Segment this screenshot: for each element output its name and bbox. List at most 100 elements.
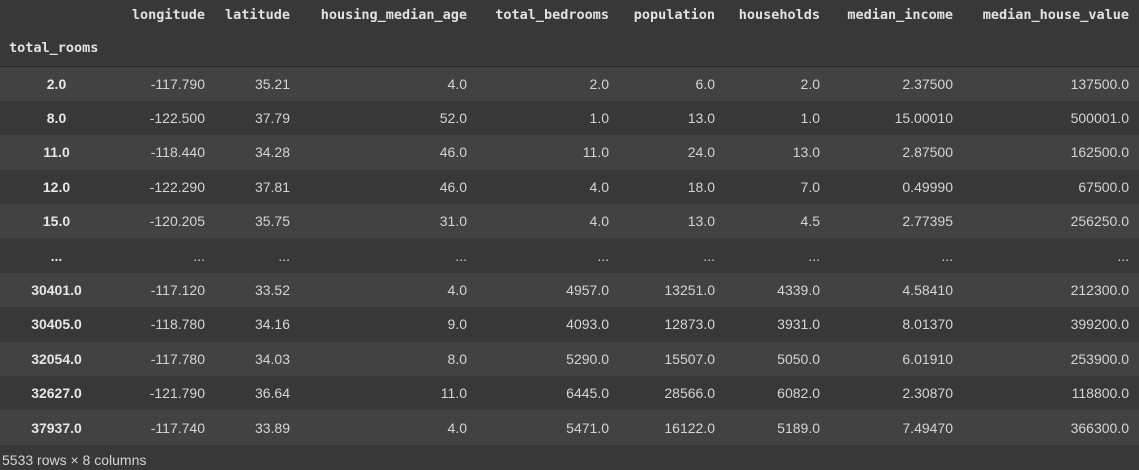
table-row: 30405.0 -118.780 34.16 9.0 4093.0 12873.0 3931… — [0, 307, 1139, 342]
blank-header — [725, 29, 830, 67]
table-row: 11.0 -118.440 34.28 46.0 11.0 24.0 13.0 2.87500… — [0, 135, 1139, 170]
column-header-row: longitude latitude housing_median_age total… — [0, 0, 1139, 29]
table-cell: 2.0 — [725, 65, 830, 101]
table-cell: -120.205 — [149, 213, 205, 230]
blank-header — [300, 29, 477, 67]
table-row: 12.0 -122.290 37.81 46.0 4.0 18.0 7.0 0.49990 67… — [0, 169, 1139, 205]
table-cell: 8.01370 — [902, 316, 953, 333]
table-cell: 2.37500 — [830, 65, 963, 101]
table-row: 8.0 -122.500 37.79 52.0 1.0 13.0 1.0 15.00010 50… — [0, 100, 1139, 136]
row-index-cell: 12.0 — [42, 178, 71, 195]
table-cell: 4.0 — [447, 282, 467, 299]
table-cell: 162500.0 — [1070, 144, 1129, 161]
table-cell: 5471.0 — [566, 419, 609, 436]
row-index-cell: 8.0 — [46, 110, 67, 127]
table-cell: ... — [1117, 247, 1129, 264]
table-header: longitude latitude housing_median_age total… — [0, 0, 1139, 67]
table-cell: 11.0 — [582, 144, 609, 161]
table-cell: 37.81 — [254, 178, 290, 195]
table-cell: 5050.0 — [777, 350, 820, 367]
table-cell: 500001.0 — [1070, 110, 1129, 127]
table-cell: 4.58410 — [902, 282, 953, 299]
table-cell: 16122.0 — [664, 419, 715, 436]
table-cell: -117.790 — [117, 65, 215, 101]
blank-header — [619, 29, 725, 67]
table-row: 32627.0 -121.790 36.64 11.0 6445.0 28566.0 608… — [0, 376, 1139, 411]
row-index-cell: ... — [50, 247, 63, 264]
dataframe-output: longitude latitude housing_median_age total… — [0, 0, 1139, 470]
table-cell: 33.52 — [254, 282, 290, 299]
table-cell: 2.0 — [477, 65, 619, 101]
table-cell: ... — [193, 247, 205, 264]
table-cell: -121.790 — [149, 385, 205, 402]
column-header-latitude: latitude — [224, 6, 290, 23]
table-cell: 34.28 — [254, 144, 290, 161]
dataframe-table: longitude latitude housing_median_age total… — [0, 0, 1139, 445]
row-index-cell: 30405.0 — [31, 316, 82, 333]
table-cell: 3931.0 — [777, 316, 820, 333]
table-cell: ... — [703, 247, 715, 264]
table-cell: 11.0 — [440, 385, 467, 402]
table-cell: 1.0 — [589, 110, 609, 127]
table-row: 30401.0 -117.120 33.52 4.0 4957.0 13251.0 4339… — [0, 272, 1139, 308]
table-cell: 0.49990 — [902, 178, 953, 195]
table-cell: 13.0 — [687, 213, 715, 230]
table-cell: -122.500 — [149, 110, 205, 127]
corner-header — [0, 0, 117, 29]
row-index-cell: 2.0 — [0, 65, 117, 101]
table-cell: 2.30870 — [902, 385, 953, 402]
table-cell: 4093.0 — [566, 316, 609, 333]
table-cell: 35.21 — [215, 65, 300, 101]
table-cell: 46.0 — [439, 178, 467, 195]
row-index-cell: 11.0 — [43, 144, 70, 161]
row-index-cell: 30401.0 — [31, 282, 82, 299]
table-cell: 137500.0 — [963, 65, 1139, 101]
table-cell: 6445.0 — [566, 385, 609, 402]
table-cell: 118800.0 — [1071, 385, 1129, 402]
blank-header — [117, 29, 215, 67]
table-cell: 13251.0 — [664, 282, 715, 299]
shape-summary: 5533 rows × 8 columns — [2, 452, 147, 468]
table-cell: -117.740 — [150, 419, 205, 436]
table-cell: 4957.0 — [566, 282, 609, 299]
table-cell: 15.00010 — [894, 110, 953, 127]
table-cell: 12873.0 — [664, 316, 715, 333]
table-cell: 13.0 — [687, 110, 715, 127]
table-cell: -118.440 — [150, 144, 205, 161]
blank-header — [477, 29, 619, 67]
table-cell: 4.0 — [589, 213, 609, 230]
column-header-households: households — [738, 6, 820, 23]
blank-header — [963, 29, 1139, 67]
table-cell: ... — [941, 247, 953, 264]
column-header-total-bedrooms: total_bedrooms — [495, 6, 609, 23]
table-cell: 46.0 — [439, 144, 467, 161]
table-cell: 6.0 — [619, 65, 725, 101]
table-cell: 18.0 — [687, 178, 715, 195]
table-cell: -118.780 — [150, 316, 205, 333]
table-cell: -117.120 — [150, 282, 205, 299]
table-cell: 4.0 — [447, 419, 467, 436]
table-cell: 36.64 — [254, 385, 290, 402]
table-cell: 7.0 — [800, 178, 820, 195]
table-cell: 52.0 — [439, 110, 467, 127]
table-cell: 31.0 — [439, 213, 467, 230]
row-index-cell: 32054.0 — [31, 350, 82, 367]
table-cell: 4.0 — [589, 178, 609, 195]
table-cell: 34.16 — [254, 316, 290, 333]
table-cell: 15507.0 — [664, 350, 715, 367]
table-cell: 366300.0 — [1070, 419, 1129, 436]
column-header-longitude: longitude — [131, 6, 205, 23]
table-row: 15.0 -120.205 35.75 31.0 4.0 13.0 4.5 2.77395 25… — [0, 204, 1139, 239]
index-name-header: total_rooms — [9, 39, 99, 56]
table-cell: ... — [808, 247, 820, 264]
column-header-population: population — [633, 6, 715, 23]
index-header-row: total_rooms — [0, 29, 1139, 67]
table-cell: -117.780 — [150, 350, 205, 367]
table-cell: 8.0 — [447, 350, 467, 367]
table-row: 37937.0 -117.740 33.89 4.0 5471.0 16122.0 5189… — [0, 410, 1139, 445]
table-cell: 7.49470 — [902, 419, 953, 436]
table-cell: 2.87500 — [902, 144, 953, 161]
table-cell: 212300.0 — [1070, 282, 1129, 299]
blank-header — [215, 29, 300, 67]
table-cell: 28566.0 — [664, 385, 715, 402]
